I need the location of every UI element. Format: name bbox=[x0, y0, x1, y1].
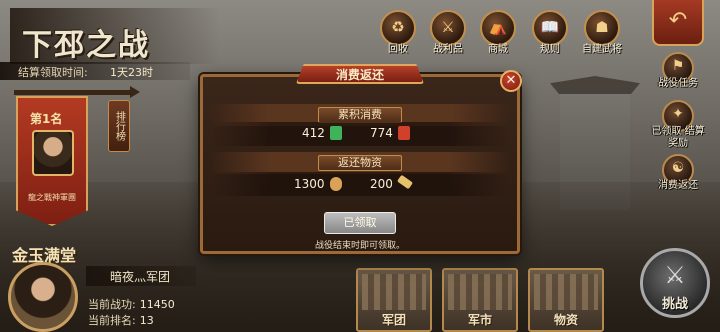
spend-return-label: 消费返还 bbox=[658, 180, 698, 191]
top-rank-avatar bbox=[32, 130, 74, 176]
rank-value: 13 bbox=[139, 314, 154, 327]
custom-general-button[interactable]: ☗ 自建武将 bbox=[580, 10, 626, 56]
power-value: 11450 bbox=[139, 298, 175, 311]
market-feature-label: 军市 bbox=[467, 313, 492, 327]
dialog-title: 消费返还 bbox=[335, 68, 384, 82]
recycle-button[interactable]: ♻ 回收 bbox=[376, 10, 422, 56]
settlement-countdown: 1天23时 bbox=[110, 66, 153, 79]
close-icon[interactable]: ✕ bbox=[500, 70, 522, 92]
spend-value-token: 774 bbox=[370, 126, 393, 140]
back-arrow-icon: ↶ bbox=[668, 8, 688, 33]
rules-label: 规则 bbox=[540, 44, 560, 55]
power-label: 当前战功: bbox=[88, 298, 136, 311]
battle-task-label: 战役任务 bbox=[658, 78, 698, 89]
corps-feature-button[interactable]: 军团 bbox=[356, 268, 432, 332]
crossed-swords-icon: ⚔ bbox=[664, 261, 686, 289]
corps-picture bbox=[362, 274, 426, 310]
challenge-label: 挑战 bbox=[661, 297, 688, 312]
claimed-button[interactable]: 已领取 bbox=[324, 212, 396, 234]
spoils-label: 战利品 bbox=[433, 44, 463, 55]
market-feature-button[interactable]: 军市 bbox=[442, 268, 518, 332]
page-title: 下邳之战 bbox=[22, 28, 150, 63]
player-avatar[interactable] bbox=[8, 262, 78, 332]
player-rank-row: 当前排名: 13 bbox=[88, 312, 154, 328]
back-button[interactable]: ↶ bbox=[652, 0, 704, 46]
challenge-button[interactable]: ⚔ 挑战 bbox=[640, 248, 710, 318]
spend-row bbox=[212, 122, 508, 146]
spend-section-label: 累积消费 bbox=[318, 107, 402, 123]
custom-general-label: 自建武将 bbox=[582, 44, 622, 55]
market-picture bbox=[448, 274, 512, 310]
settlement-reward-label: 已领取 结算奖励 bbox=[651, 126, 705, 149]
rank-label: 第1名 bbox=[30, 112, 63, 126]
spend-return-button[interactable]: ☯ 消费返还 bbox=[654, 154, 702, 202]
spend-value-jade: 412 bbox=[302, 126, 325, 140]
corps-feature-label: 军团 bbox=[381, 313, 406, 327]
shop-label: 商城 bbox=[488, 44, 508, 55]
shop-button[interactable]: ⛺ 商城 bbox=[476, 10, 522, 56]
supplies-picture bbox=[534, 274, 598, 310]
settlement-label: 结算领取时间: bbox=[18, 66, 88, 79]
return-section-label: 返还物资 bbox=[318, 155, 402, 171]
player-power-row: 当前战功: 11450 bbox=[88, 296, 175, 312]
red-token-icon bbox=[398, 126, 410, 140]
settlement-reward-button[interactable]: ✦ 已领取 结算奖励 bbox=[651, 100, 705, 149]
claim-note: 战役结束时即可领取。 bbox=[314, 241, 405, 251]
scroll-icon bbox=[330, 177, 342, 191]
supplies-feature-button[interactable]: 物资 bbox=[528, 268, 604, 332]
player-corps-name: 暗夜灬军团 bbox=[110, 270, 171, 284]
leaderboard-button[interactable]: 排行榜 bbox=[108, 100, 130, 152]
return-row bbox=[212, 172, 508, 196]
recycle-label: 回收 bbox=[388, 44, 408, 55]
return-value-scroll: 1300 bbox=[294, 177, 325, 191]
rank-label-current: 当前排名: bbox=[88, 314, 136, 327]
supplies-feature-label: 物资 bbox=[553, 313, 578, 327]
top-rank-corps: 龍之戰神軍團 bbox=[28, 193, 76, 202]
rules-button[interactable]: 📖 规则 bbox=[528, 10, 574, 56]
return-value-brush: 200 bbox=[370, 177, 393, 191]
battle-task-button[interactable]: ⚑ 战役任务 bbox=[654, 52, 702, 100]
spoils-button[interactable]: ⚔ 战利品 bbox=[426, 10, 472, 56]
banner-pole bbox=[14, 86, 140, 98]
green-jade-icon bbox=[330, 126, 342, 140]
